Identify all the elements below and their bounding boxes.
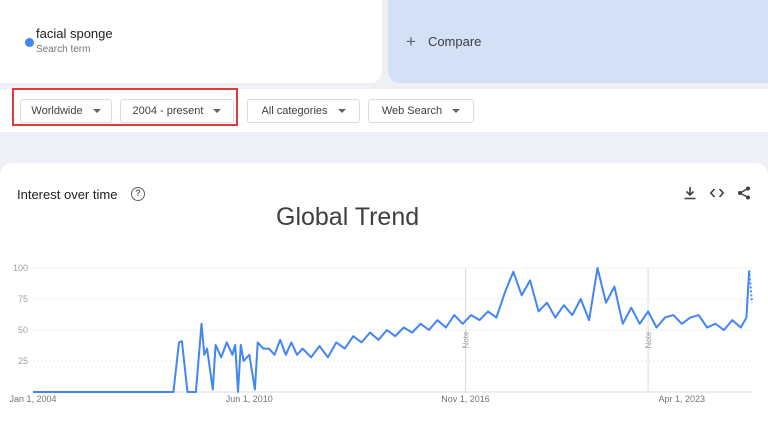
x-tick-label: Apr 1, 2023 — [659, 394, 706, 404]
x-tick-label: Jun 1, 2010 — [226, 394, 273, 404]
partial-data-line — [748, 270, 753, 303]
y-tick-label: 50 — [18, 325, 28, 335]
annotation-note: Note — [644, 331, 653, 348]
x-tick-label: Jan 1, 2004 — [9, 394, 56, 404]
y-tick-label: 100 — [13, 263, 28, 273]
x-tick-label: Nov 1, 2016 — [441, 394, 490, 404]
y-tick-label: 25 — [18, 356, 28, 366]
y-tick-label: 75 — [18, 294, 28, 304]
interest-chart: 25 50 75 100 Jan 1, 2004 Jun 1, 2010 Nov 1, 20… — [9, 263, 753, 404]
annotation-note: Note — [462, 331, 471, 348]
